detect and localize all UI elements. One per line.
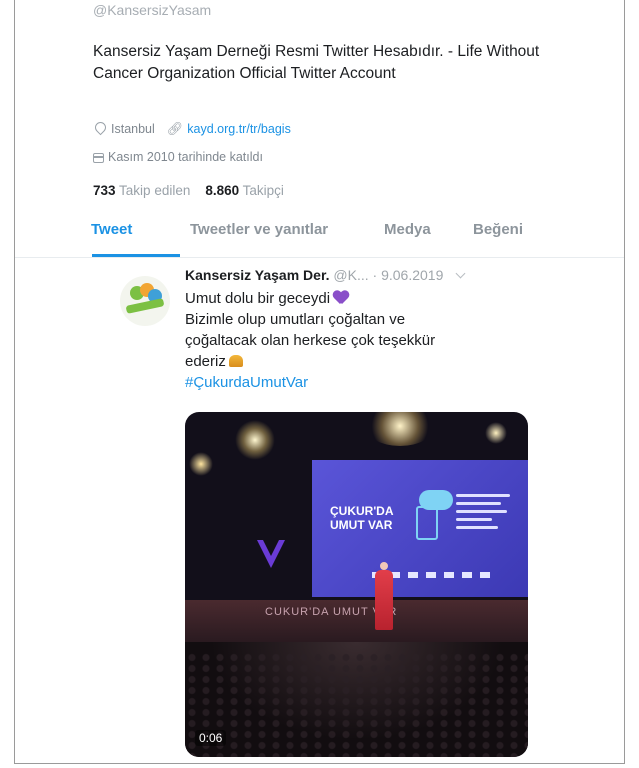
projection-screen: ÇUKUR'DA UMUT VAR [312,460,528,597]
profile-joined: Kasım 2010 tarihinde katıldı [108,150,263,164]
screen-phone-graphic [416,506,438,540]
stage-light [485,422,507,444]
video-duration: 0:06 [195,730,227,746]
tweet-line-4: ederiz [185,353,226,370]
tweet-avatar[interactable] [120,276,170,326]
tab-tweet[interactable]: Tweet [91,221,132,238]
profile-meta-row: Istanbul 🔗︎ kayd.org.tr/tr/bagis [93,121,291,137]
location-icon [93,122,107,136]
tab-media[interactable]: Medya [384,221,431,238]
profile-joined-row: Kasım 2010 tarihinde katıldı [93,150,263,164]
performer-head [380,562,388,570]
purple-heart-icon [333,291,349,305]
tweet-header: Kansersiz Yaşam Der. @K... · 9.06.2019 [185,267,466,283]
link-icon: 🔗︎ [166,121,184,136]
stage-light [189,452,213,476]
tweet-hashtag[interactable]: #ÇukurdaUmutVar [185,372,475,393]
avatar-logo-text [125,298,165,314]
profile-bio: Kansersiz Yaşam Derneği Resmi Twitter He… [93,43,540,82]
tweet-line: ederiz [185,351,475,372]
profile-location: Istanbul [111,122,155,136]
stage-v-light-inner [263,540,279,556]
tweet-line-3: çoğaltacak olan herkese çok teşekkür [185,332,436,349]
tweet-author-name[interactable]: Kansersiz Yaşam Der. [185,267,330,283]
performer-dress [375,570,393,630]
tweet-line: Umut dolu bir geceydi [185,288,475,309]
follow-stats: 733 Takip edilen 8.860 Takipçi [93,183,284,198]
screen-title-line-1: ÇUKUR'DA [330,504,394,518]
profile-handle: @KansersizYasam [93,2,212,18]
calendar-icon [93,153,104,163]
followers-label: Takipçi [242,183,284,198]
tabs-divider [15,257,624,258]
tab-likes[interactable]: Beğeni [473,221,523,238]
profile-tabs: Tweet Tweetler ve yanıtlar Medya Beğeni [91,221,541,255]
stage: CUKUR'DA UMUT VAR [185,600,528,642]
screen-title-line-2: UMUT VAR [330,518,393,532]
profile-frame: @KansersizYasam Kansersiz Yaşam Derneği … [14,0,625,764]
following-label: Takip edilen [119,183,191,198]
tweet-line-2: Bizimle olup umutları çoğaltan ve [185,311,406,328]
tweet-author-handle[interactable]: @K... [333,267,368,283]
followers-count: 8.860 [205,183,240,198]
stage-light [365,412,435,446]
tweet-line-1: Umut dolu bir geceydi [185,290,331,307]
screen-text-lines [456,494,516,534]
following-link[interactable]: 733 Takip edilen [93,183,190,198]
profile-website-link[interactable]: kayd.org.tr/tr/bagis [187,122,291,136]
tab-tweets-and-replies[interactable]: Tweetler ve yanıtlar [190,221,328,238]
tweet-date[interactable]: 9.06.2019 [381,267,443,283]
following-count: 733 [93,183,116,198]
praying-hands-icon [228,355,243,367]
stage-light [235,420,275,460]
audience-heads [185,652,528,757]
chevron-down-icon[interactable] [455,268,466,279]
followers-link[interactable]: 8.860 Takipçi [205,183,284,198]
performer [375,562,393,630]
tweet-video[interactable]: ÇUKUR'DA UMUT VAR CUKUR'DA UMUT VAR 0:06 [185,412,528,757]
screen-title: ÇUKUR'DA UMUT VAR [330,504,394,532]
tweet-text: Umut dolu bir geceydi Bizimle olup umutl… [185,288,475,393]
